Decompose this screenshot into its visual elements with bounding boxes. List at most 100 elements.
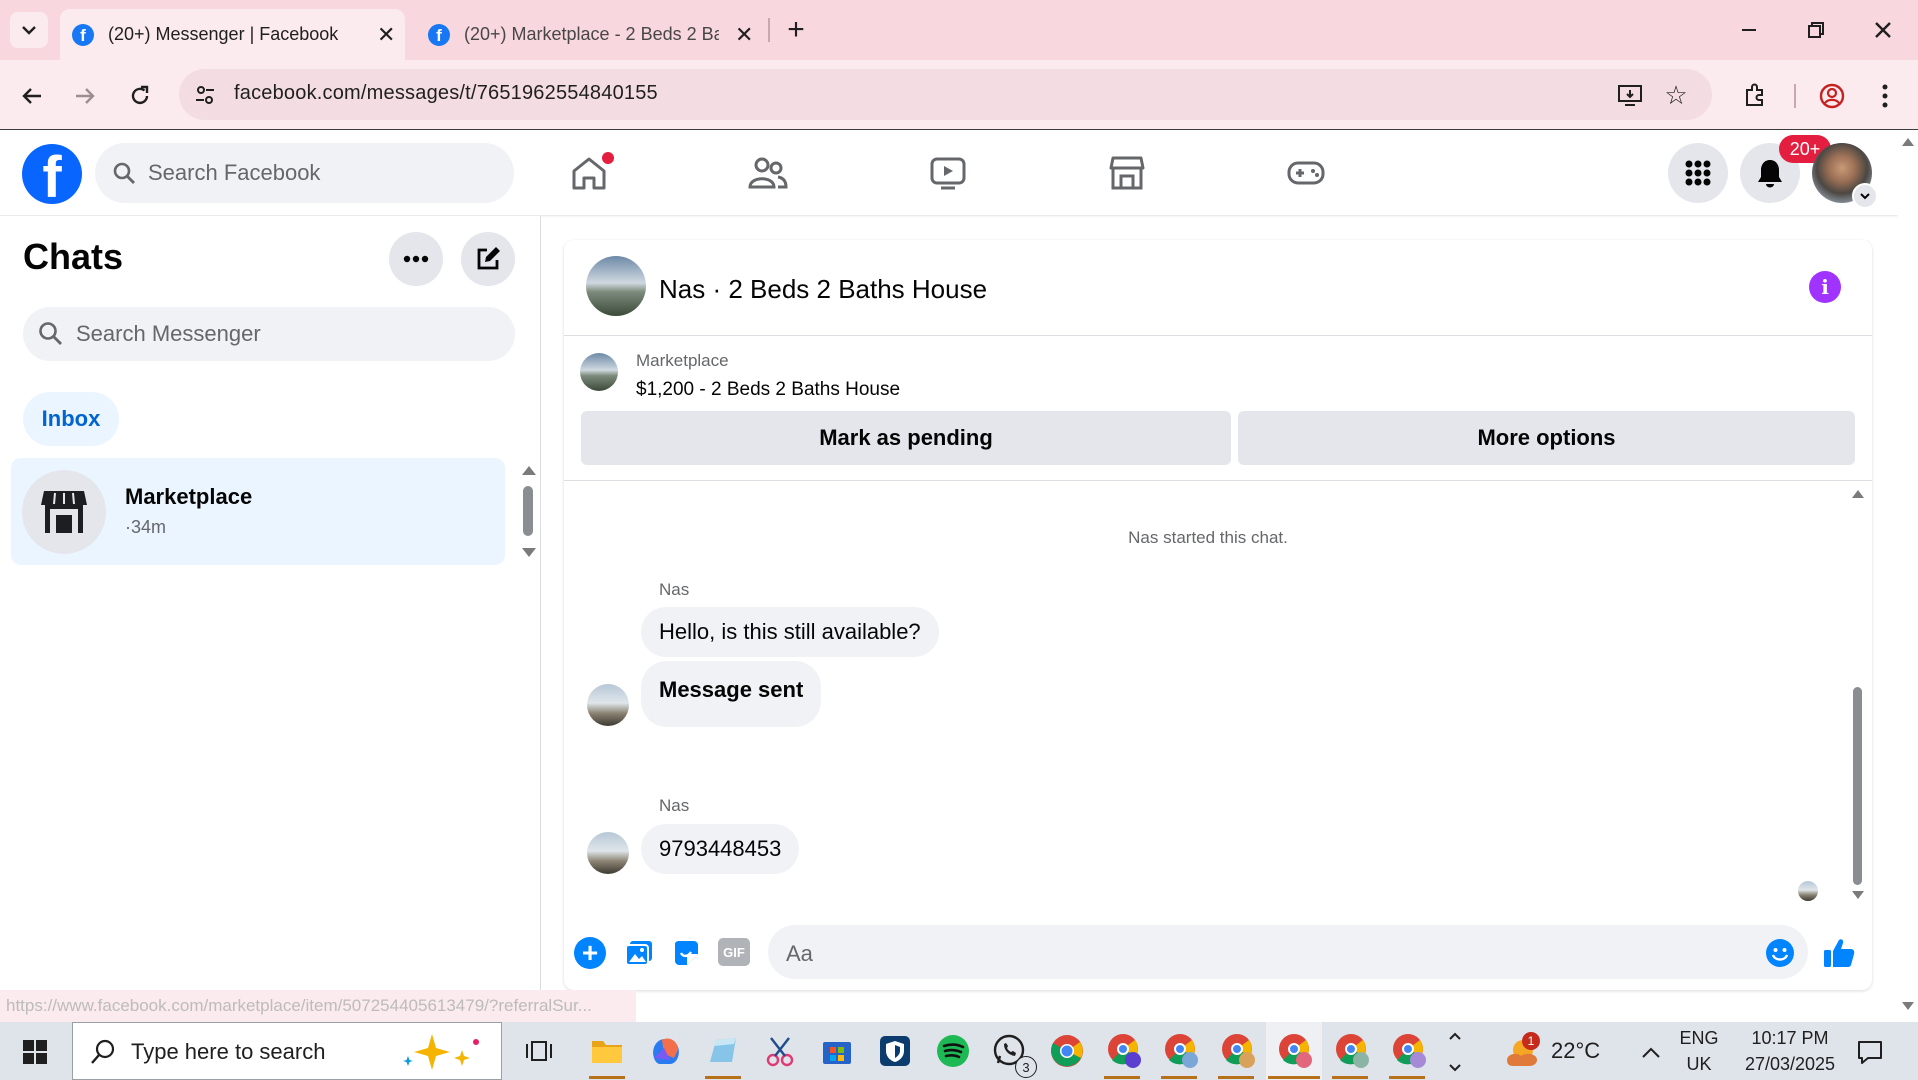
listing-title[interactable]: $1,200 - 2 Beds 2 Baths House [636, 379, 900, 401]
chrome-profile-icon[interactable] [1330, 1028, 1376, 1074]
copilot-app-icon[interactable] [642, 1028, 688, 1074]
microsoft-store-icon[interactable] [814, 1028, 860, 1074]
sender-avatar[interactable] [587, 832, 629, 874]
new-message-button[interactable] [461, 232, 515, 286]
more-options-button[interactable]: More options [1238, 411, 1855, 465]
chrome-icon[interactable] [1044, 1028, 1090, 1074]
file-explorer-icon[interactable] [584, 1028, 630, 1074]
chrome-profile-icon[interactable] [1387, 1028, 1433, 1074]
chat-list-scrollbar[interactable] [518, 462, 538, 562]
plus-icon: + [581, 937, 599, 968]
message-bubble[interactable]: Hello, is this still available? [641, 607, 939, 657]
nav-gaming[interactable] [1283, 150, 1329, 196]
defender-app-icon[interactable] [872, 1028, 918, 1074]
forward-button[interactable] [65, 76, 105, 116]
snipping-tool-icon[interactable] [757, 1028, 803, 1074]
running-indicator [1332, 1076, 1368, 1079]
read-receipt-avatar [1798, 881, 1818, 901]
running-indicator [705, 1076, 741, 1079]
attach-media-button[interactable] [622, 937, 656, 969]
scroll-down-arrow-icon[interactable] [522, 548, 536, 557]
install-app-icon[interactable] [1613, 78, 1647, 112]
overflow-chevron-up-icon[interactable] [1444, 1024, 1466, 1048]
notification-center-icon[interactable] [1852, 1034, 1888, 1070]
new-tab-button[interactable]: + [778, 12, 814, 48]
link-status-bar: https://www.facebook.com/marketplace/ite… [0, 990, 636, 1022]
scroll-down-arrow-icon[interactable] [1852, 891, 1864, 899]
scroll-up-arrow-icon[interactable] [1902, 138, 1914, 146]
extensions-icon[interactable] [1736, 76, 1774, 114]
nav-video[interactable] [925, 150, 971, 196]
reload-button[interactable] [120, 76, 160, 116]
search-icon [37, 320, 65, 348]
conversation-info-button[interactable]: i [1809, 271, 1841, 303]
show-hidden-icons-chevron-icon[interactable] [1636, 1038, 1666, 1068]
scrollbar-thumb[interactable] [1853, 687, 1862, 885]
chrome-profile-icon[interactable] [1159, 1028, 1205, 1074]
conversation-title[interactable]: Nas · 2 Beds 2 Baths House [659, 274, 987, 305]
account-menu-chevron-icon[interactable] [1852, 183, 1878, 209]
scroll-up-arrow-icon[interactable] [1852, 490, 1864, 498]
more-actions-button[interactable]: + [574, 937, 606, 969]
close-tab-icon[interactable]: ✕ [735, 22, 753, 48]
sticker-button[interactable] [670, 937, 702, 969]
spotify-icon[interactable] [930, 1028, 976, 1074]
page-scrollbar[interactable] [1898, 130, 1918, 1022]
emoji-button[interactable] [1763, 936, 1797, 970]
start-button[interactable] [12, 1030, 58, 1074]
arrow-left-icon [22, 88, 41, 104]
toolbar-divider [1794, 84, 1796, 108]
message-input[interactable] [768, 925, 1808, 979]
clock[interactable]: 10:17 PM 27/03/2025 [1736, 1028, 1844, 1075]
scroll-down-arrow-icon[interactable] [1902, 1002, 1914, 1010]
browser-menu-icon[interactable] [1870, 78, 1900, 114]
scroll-up-arrow-icon[interactable] [522, 466, 536, 475]
contact-avatar[interactable] [586, 256, 646, 316]
scrollbar-thumb[interactable] [523, 486, 533, 536]
inbox-filter-tab[interactable]: Inbox [23, 392, 119, 446]
video-icon [930, 157, 966, 190]
nav-friends[interactable] [745, 150, 791, 196]
back-button[interactable] [12, 76, 52, 116]
smiley-icon [1766, 939, 1794, 967]
sender-avatar[interactable] [587, 684, 629, 726]
url-text[interactable]: facebook.com/messages/t/7651962554840155 [234, 82, 658, 105]
facebook-search-placeholder: Search Facebook [148, 160, 321, 185]
message-bubble[interactable]: 9793448453 [641, 824, 800, 874]
chrome-profile-icon[interactable] [1102, 1028, 1148, 1074]
close-window-button[interactable] [1860, 8, 1906, 52]
message-bubble[interactable]: Message sent [641, 661, 822, 727]
gif-button[interactable]: GIF [718, 938, 750, 966]
minimize-window-button[interactable] [1726, 8, 1772, 52]
grid-icon [1685, 160, 1711, 186]
restore-icon [1808, 22, 1824, 38]
tab-messenger[interactable]: f (20+) Messenger | Facebook ✕ [60, 9, 405, 60]
profile-icon[interactable] [1814, 78, 1850, 114]
messages-scrollbar[interactable] [1850, 484, 1866, 904]
menu-grid-button[interactable] [1668, 143, 1728, 203]
chrome-profile-icon[interactable] [1216, 1028, 1262, 1074]
tab-search-button[interactable] [10, 12, 48, 48]
chrome-profile-icon[interactable] [1273, 1028, 1319, 1074]
temperature-readout[interactable]: 22°C [1551, 1038, 1600, 1064]
send-like-button[interactable] [1820, 934, 1858, 972]
language-indicator[interactable]: ENG UK [1676, 1028, 1722, 1075]
restore-window-button[interactable] [1793, 8, 1839, 52]
paint-app-icon[interactable] [700, 1028, 746, 1074]
close-icon [1875, 22, 1891, 38]
more-horizontal-icon [403, 255, 429, 263]
nav-marketplace[interactable] [1104, 150, 1150, 196]
tab-marketplace[interactable]: f (20+) Marketplace - 2 Beds 2 Ba ✕ [418, 9, 756, 60]
overflow-chevron-down-icon[interactable] [1444, 1056, 1466, 1080]
task-view-icon[interactable] [516, 1028, 562, 1074]
facebook-logo[interactable]: f [22, 144, 82, 204]
compose-icon [477, 247, 500, 270]
chats-options-button[interactable] [389, 232, 443, 286]
mark-as-pending-button[interactable]: Mark as pending [581, 411, 1231, 465]
bookmark-star-icon[interactable]: ☆ [1659, 78, 1693, 112]
marketplace-icon [41, 491, 87, 533]
info-icon: i [1821, 275, 1829, 299]
site-info-icon[interactable] [190, 80, 220, 110]
close-tab-icon[interactable]: ✕ [377, 22, 395, 48]
listing-thumbnail[interactable] [580, 353, 618, 391]
